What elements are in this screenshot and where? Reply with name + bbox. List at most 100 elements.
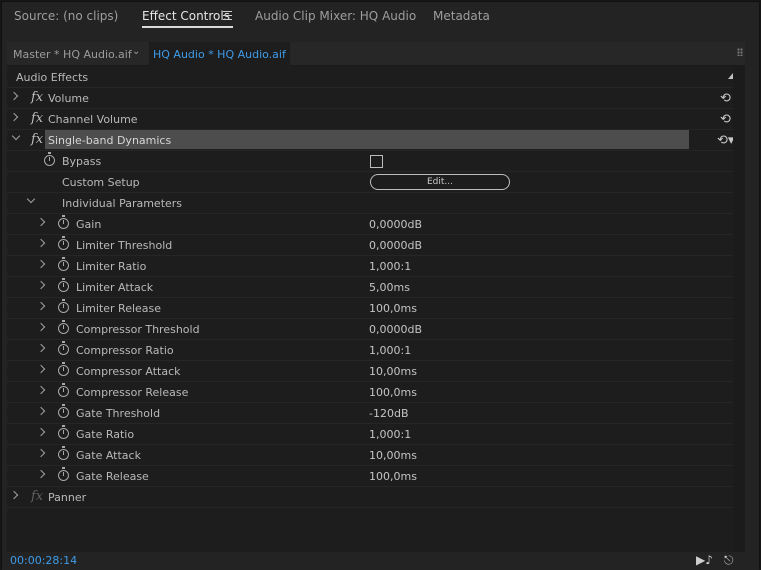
- param-row[interactable]: Gate Ratio 1,000:1: [7, 424, 745, 445]
- param-row[interactable]: Limiter Ratio 1,000:1: [7, 256, 745, 277]
- chevron-right-icon[interactable]: [36, 343, 46, 353]
- param-value[interactable]: -120dB: [369, 407, 409, 420]
- param-label: Gate Ratio: [76, 428, 135, 441]
- active-tab-underline: [142, 26, 233, 28]
- param-row[interactable]: Gain 0,0000dB: [7, 214, 745, 235]
- param-row[interactable]: Compressor Release 100,0ms: [7, 382, 745, 403]
- chevron-right-icon[interactable]: [36, 364, 46, 374]
- status-bar: 00:00:28:14 ▶♪ ⎋: [2, 552, 759, 570]
- param-row[interactable]: Compressor Threshold 0,0000dB: [7, 319, 745, 340]
- effect-row-panner[interactable]: fx Panner: [7, 487, 745, 508]
- chevron-right-icon[interactable]: [36, 469, 46, 479]
- stopwatch-icon[interactable]: [44, 152, 55, 166]
- reset-icon[interactable]: ⟲: [720, 112, 731, 127]
- chevron-right-icon[interactable]: [36, 406, 46, 416]
- param-row[interactable]: Gate Release 100,0ms: [7, 466, 745, 487]
- param-label: Limiter Threshold: [76, 239, 173, 252]
- param-label: Bypass: [62, 155, 102, 168]
- stopwatch-icon[interactable]: [58, 383, 69, 397]
- param-value[interactable]: 100,0ms: [369, 386, 417, 399]
- effect-label: Single-band Dynamics: [48, 134, 172, 147]
- stopwatch-icon[interactable]: [58, 362, 69, 376]
- chevron-right-icon[interactable]: [36, 385, 46, 395]
- effect-row-volume[interactable]: fx Volume ⟲: [7, 88, 745, 109]
- chevron-right-icon[interactable]: [36, 280, 46, 290]
- param-label: Limiter Attack: [76, 281, 154, 294]
- param-label: Gate Release: [76, 470, 149, 483]
- play-audio-icon[interactable]: ▶♪: [696, 553, 713, 567]
- param-label: Limiter Release: [76, 302, 162, 315]
- effect-row-channel-volume[interactable]: fx Channel Volume ⟲: [7, 109, 745, 130]
- chevron-right-icon[interactable]: [36, 322, 46, 332]
- param-row[interactable]: Gate Attack 10,00ms: [7, 445, 745, 466]
- param-label: Compressor Release: [76, 386, 189, 399]
- stopwatch-icon[interactable]: [58, 215, 69, 229]
- tab-source[interactable]: Source: (no clips): [14, 9, 118, 23]
- stopwatch-icon[interactable]: [58, 236, 69, 250]
- chevron-right-icon[interactable]: [36, 259, 46, 269]
- vertical-scrollbar[interactable]: [733, 66, 745, 552]
- bypass-checkbox[interactable]: [370, 155, 383, 168]
- timecode[interactable]: 00:00:28:14: [10, 554, 77, 567]
- section-header: Audio Effects: [7, 67, 745, 88]
- param-row[interactable]: Limiter Attack 5,00ms: [7, 277, 745, 298]
- chevron-right-icon[interactable]: [9, 112, 19, 122]
- stopwatch-icon[interactable]: [58, 278, 69, 292]
- stopwatch-icon[interactable]: [58, 425, 69, 439]
- export-icon[interactable]: ⎋: [724, 553, 734, 568]
- stopwatch-icon[interactable]: [58, 320, 69, 334]
- param-group-individual[interactable]: Individual Parameters: [7, 193, 745, 214]
- stopwatch-icon[interactable]: [58, 404, 69, 418]
- tab-metadata[interactable]: Metadata: [433, 9, 490, 23]
- param-value[interactable]: 1,000:1: [369, 428, 411, 441]
- param-row[interactable]: Compressor Ratio 1,000:1: [7, 340, 745, 361]
- chevron-right-icon[interactable]: [36, 427, 46, 437]
- tab-effect-controls[interactable]: Effect Controls: [142, 9, 230, 23]
- fx-icon[interactable]: fx: [31, 111, 43, 126]
- param-value[interactable]: 10,00ms: [369, 365, 417, 378]
- param-row[interactable]: Limiter Threshold 0,0000dB: [7, 235, 745, 256]
- param-value[interactable]: 10,00ms: [369, 449, 417, 462]
- edit-button[interactable]: Edit...: [370, 174, 510, 190]
- panel-menu-icon[interactable]: [223, 11, 232, 20]
- stopwatch-icon[interactable]: [58, 257, 69, 271]
- chevron-right-icon[interactable]: [9, 91, 19, 101]
- chevron-right-icon[interactable]: [36, 217, 46, 227]
- master-clip-label[interactable]: Master * HQ Audio.aif: [13, 48, 132, 61]
- param-value[interactable]: 100,0ms: [369, 302, 417, 315]
- param-row[interactable]: Compressor Attack 10,00ms: [7, 361, 745, 382]
- fx-icon[interactable]: fx: [31, 489, 43, 504]
- active-clip-label[interactable]: HQ Audio * HQ Audio.aif: [149, 42, 290, 66]
- reset-icon[interactable]: ⟲: [720, 91, 731, 106]
- param-row[interactable]: Limiter Release 100,0ms: [7, 298, 745, 319]
- stopwatch-icon[interactable]: [58, 467, 69, 481]
- param-value[interactable]: 1,000:1: [369, 260, 411, 273]
- stopwatch-icon[interactable]: [58, 341, 69, 355]
- param-value[interactable]: 1,000:1: [369, 344, 411, 357]
- param-row-bypass: Bypass: [7, 151, 745, 172]
- tab-audio-clip-mixer[interactable]: Audio Clip Mixer: HQ Audio: [255, 9, 416, 23]
- chevron-down-icon[interactable]: ⌄: [132, 46, 140, 57]
- effect-row-dynamics[interactable]: fx Single-band Dynamics ⟲▾: [7, 130, 745, 151]
- chevron-down-icon[interactable]: [26, 194, 36, 204]
- param-value[interactable]: 5,00ms: [369, 281, 410, 294]
- chevron-right-icon[interactable]: [36, 448, 46, 458]
- param-value[interactable]: 0,0000dB: [369, 323, 422, 336]
- param-row[interactable]: Gate Threshold -120dB: [7, 403, 745, 424]
- param-value[interactable]: 0,0000dB: [369, 218, 422, 231]
- chevron-right-icon[interactable]: [36, 301, 46, 311]
- param-value[interactable]: 0,0000dB: [369, 239, 422, 252]
- param-value[interactable]: 100,0ms: [369, 470, 417, 483]
- panel-grip-icon[interactable]: [737, 48, 743, 56]
- chevron-right-icon[interactable]: [9, 490, 19, 500]
- stopwatch-icon[interactable]: [58, 299, 69, 313]
- reset-dropdown-icon[interactable]: ⟲▾: [717, 133, 734, 148]
- fx-icon[interactable]: fx: [31, 132, 43, 147]
- chevron-down-icon[interactable]: [11, 131, 21, 141]
- param-label: Compressor Ratio: [76, 344, 174, 357]
- chevron-right-icon[interactable]: [36, 238, 46, 248]
- fx-icon[interactable]: fx: [31, 90, 43, 105]
- param-label: Limiter Ratio: [76, 260, 147, 273]
- stopwatch-icon[interactable]: [58, 446, 69, 460]
- panel-tab-bar: Source: (no clips) Effect Controls Audio…: [2, 2, 759, 36]
